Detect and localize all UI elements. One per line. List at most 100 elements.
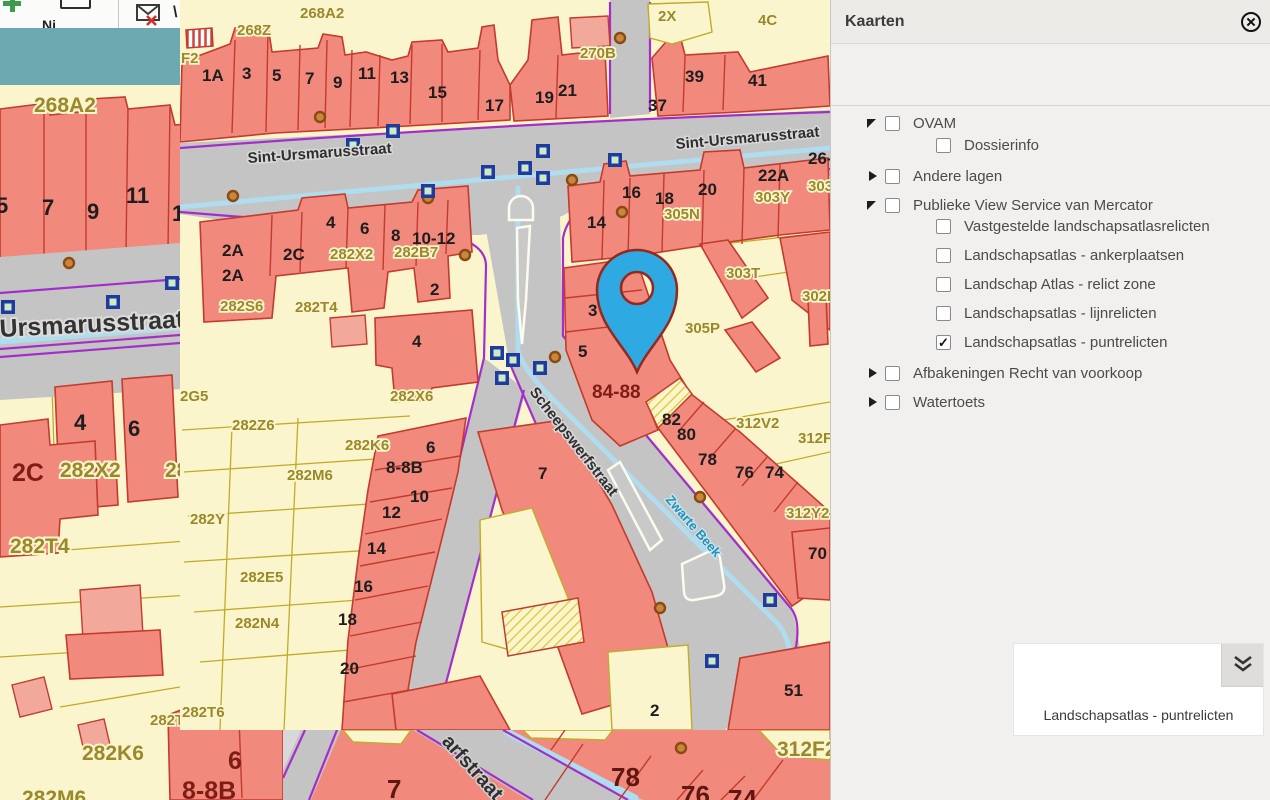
point-relict-marker[interactable] (518, 161, 532, 175)
point-relict-marker[interactable] (763, 593, 777, 607)
house-number-label: 8 (391, 226, 400, 245)
parcel-code-label: 282T4 (295, 299, 338, 316)
house-number-label: 6 (128, 416, 140, 441)
layer-tree-item[interactable]: Andere lagen (867, 165, 1002, 187)
point-relict-marker[interactable] (533, 361, 547, 375)
mail-remove-icon[interactable] (136, 2, 168, 28)
house-number-label: 41 (748, 71, 767, 90)
layer-label: Afbakeningen Recht van voorkoop (913, 365, 1142, 382)
legend-collapse-button[interactable] (1221, 644, 1263, 687)
layer-checkbox[interactable] (936, 219, 951, 234)
house-number-label: 16 (622, 183, 641, 202)
layer-label: Landschapsatlas - lijnrelicten (964, 305, 1157, 322)
layer-tree-item[interactable]: Watertoets (867, 391, 985, 413)
survey-point-dot (64, 258, 74, 268)
close-icon[interactable] (1240, 11, 1262, 33)
layers-panel: Kaarten OVAMDossierinfoAndere lagenPubli… (830, 0, 1270, 800)
layer-tree-item[interactable]: OVAM (867, 112, 956, 134)
house-number-label: 76 (681, 780, 710, 800)
parcel-code-label: F2 (181, 50, 199, 67)
house-number-label: 8-8B (182, 777, 236, 800)
rectangle-tool-icon[interactable] (60, 0, 91, 9)
house-number-label: 7 (387, 774, 401, 800)
house-number-label: 20 (340, 659, 359, 678)
point-relict-marker[interactable] (1, 300, 15, 314)
layer-label: Landschapsatlas - puntrelicten (964, 334, 1167, 351)
layer-label: Landschapsatlas - ankerplaatsen (964, 247, 1184, 264)
layer-tree-item[interactable]: Vastgestelde landschapsatlasrelicten (936, 215, 1210, 237)
house-number-label: 39 (685, 67, 704, 86)
parcel-code-label: 305P (685, 320, 720, 337)
parcel-code-label: 282K6 (345, 437, 389, 454)
layer-tree-item[interactable]: Afbakeningen Recht van voorkoop (867, 362, 1142, 384)
layer-tree-item[interactable]: Dossierinfo (936, 134, 1039, 156)
house-number-label: 14 (587, 213, 606, 232)
tree-expand-arrow-icon[interactable] (867, 367, 879, 379)
house-number-label: 5 (272, 66, 281, 85)
layer-checkbox[interactable] (885, 169, 900, 184)
house-number-label: 1A (202, 66, 224, 85)
house-number-label: 10-12 (412, 229, 455, 248)
layer-label: Watertoets (913, 394, 985, 411)
layer-checkbox[interactable] (885, 366, 900, 381)
tree-expand-arrow-icon[interactable] (867, 396, 879, 408)
parcel-code-label: 312F2 (798, 430, 830, 447)
point-relict-marker[interactable] (490, 346, 504, 360)
layer-tree-item[interactable]: Landschap Atlas - relict zone (936, 273, 1156, 295)
layer-label: Andere lagen (913, 168, 1002, 185)
map-viewport[interactable]: 268A2579111Ursmarusstraat462C282X228282T… (0, 0, 830, 800)
map-tile-main[interactable]: F2268Z268A2270B2X4C303Y303K305N303T302D3… (180, 0, 830, 730)
point-relict-marker[interactable] (421, 184, 435, 198)
layer-checkbox[interactable] (885, 395, 900, 410)
add-icon[interactable] (2, 0, 22, 13)
parcel-code-label: 312V2 (736, 415, 779, 432)
parcel-code-label: 282M6 (287, 467, 333, 484)
point-relict-marker[interactable] (506, 353, 520, 367)
tree-collapse-arrow-icon[interactable] (867, 199, 879, 211)
layer-label: Dossierinfo (964, 137, 1039, 154)
house-number-label: 2C (12, 459, 44, 487)
house-number-label: 18 (655, 189, 674, 208)
layer-checkbox[interactable] (885, 198, 900, 213)
layer-tree-item[interactable]: Landschapsatlas - ankerplaatsen (936, 244, 1184, 266)
layer-label: Vastgestelde landschapsatlasrelicten (964, 218, 1210, 235)
toolbar-partial-label: Ni (42, 17, 56, 28)
parcel-code-label: 282S6 (220, 298, 263, 315)
layer-checkbox[interactable] (936, 306, 951, 321)
point-relict-marker[interactable] (608, 153, 622, 167)
house-number-label: 2 (430, 280, 439, 299)
tree-collapse-arrow-icon[interactable] (867, 117, 879, 129)
layer-tree-item[interactable]: Landschapsatlas - lijnrelicten (936, 302, 1157, 324)
layer-tree-item[interactable]: ✓ Landschapsatlas - puntrelicten (936, 331, 1167, 353)
point-relict-marker[interactable] (386, 124, 400, 138)
parcel-code-label: 270B (580, 45, 616, 62)
house-number-label: 37 (648, 96, 667, 115)
point-relict-marker[interactable] (165, 276, 179, 290)
layer-checkbox[interactable] (936, 138, 951, 153)
point-relict-marker[interactable] (536, 171, 550, 185)
point-relict-marker[interactable] (705, 654, 719, 668)
house-number-label: 70 (808, 544, 827, 563)
layer-tree-item[interactable]: Publieke View Service van Mercator (867, 194, 1153, 216)
legend-layer-label: Landschapsatlas - puntrelicten (1014, 707, 1263, 723)
point-relict-marker[interactable] (495, 371, 509, 385)
layer-checkbox-checked[interactable]: ✓ (936, 335, 951, 350)
point-relict-marker[interactable] (481, 165, 495, 179)
house-number-label: 3 (588, 301, 597, 320)
point-relict-marker[interactable] (106, 295, 120, 309)
house-number-label: 7 (538, 464, 547, 483)
point-relict-marker[interactable] (536, 144, 550, 158)
double-chevron-down-icon (1232, 655, 1254, 675)
layer-label: Landschap Atlas - relict zone (964, 276, 1156, 293)
layer-checkbox[interactable] (936, 248, 951, 263)
house-number-label: 5 (0, 193, 8, 218)
house-number-label: 10 (410, 487, 429, 506)
layer-checkbox[interactable] (936, 277, 951, 292)
tree-expand-arrow-icon[interactable] (867, 170, 879, 182)
parcel-code-label: 268A2 (34, 94, 96, 117)
map-tile-bottom[interactable]: 7arfstraat787674312F2 (283, 730, 830, 800)
house-number-label: 7 (305, 69, 314, 88)
house-number-label: 11 (126, 183, 149, 208)
toolbar-fragment: Ni \ (0, 0, 180, 28)
layer-checkbox[interactable] (885, 116, 900, 131)
